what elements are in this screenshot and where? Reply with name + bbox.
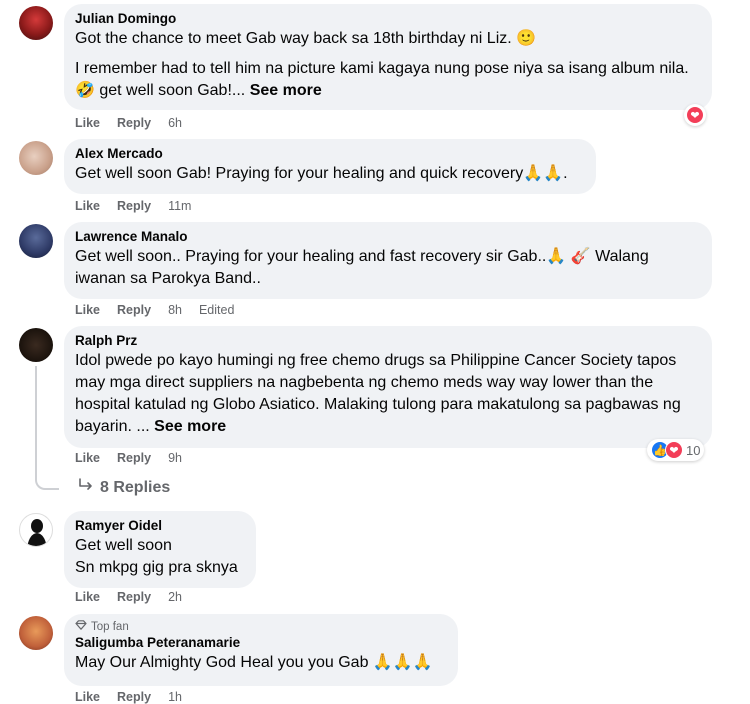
see-more-link[interactable]: See more bbox=[250, 82, 322, 99]
avatar[interactable] bbox=[19, 616, 53, 650]
comment-paragraph: I remember had to tell him na picture ka… bbox=[75, 58, 700, 102]
reply-button[interactable]: Reply bbox=[117, 590, 151, 604]
comment-actions: Like Reply 2h bbox=[75, 590, 182, 604]
comment-timestamp[interactable]: 1h bbox=[168, 690, 182, 704]
comment-text: May Our Almighty God Heal you you Gab 🙏🙏… bbox=[75, 654, 433, 671]
commenter-name[interactable]: Alex Mercado bbox=[75, 145, 584, 163]
comment-timestamp[interactable]: 11m bbox=[168, 199, 191, 213]
like-button[interactable]: Like bbox=[75, 590, 100, 604]
edited-label: Edited bbox=[198, 303, 235, 317]
commenter-name[interactable]: Ramyer Oidel bbox=[75, 517, 244, 535]
commenter-name[interactable]: Ralph Prz bbox=[75, 332, 700, 350]
top-fan-badge[interactable]: Top fan bbox=[75, 620, 446, 634]
like-button[interactable]: Like bbox=[75, 199, 100, 213]
reaction-badge[interactable]: 👍 ❤ 10 bbox=[647, 439, 705, 461]
reply-button[interactable]: Reply bbox=[117, 116, 151, 130]
comment-actions: Like Reply 11m bbox=[75, 199, 191, 213]
comment-timestamp[interactable]: 8h bbox=[168, 303, 182, 317]
avatar[interactable] bbox=[19, 224, 53, 258]
love-reaction-icon: ❤ bbox=[665, 441, 683, 459]
reply-thread-curve bbox=[35, 472, 59, 490]
avatar[interactable] bbox=[19, 513, 53, 547]
comment-bubble: Ramyer Oidel Get well soon Sn mkpg gig p… bbox=[64, 511, 256, 588]
comment-text: Get well soon Sn mkpg gig pra sknya bbox=[75, 535, 244, 579]
like-button[interactable]: Like bbox=[75, 690, 100, 704]
comment-line: Sn mkpg gig pra sknya bbox=[75, 559, 238, 576]
comment-actions: Like Reply 6h bbox=[75, 116, 182, 130]
reply-button[interactable]: Reply bbox=[117, 690, 151, 704]
comment-bubble: Alex Mercado Get well soon Gab! Praying … bbox=[64, 139, 596, 194]
comment-bubble: Top fan Saligumba Peteranamarie May Our … bbox=[64, 614, 458, 686]
like-button[interactable]: Like bbox=[75, 303, 100, 317]
reply-button[interactable]: Reply bbox=[117, 303, 151, 317]
comment-text: Got the chance to meet Gab way back sa 1… bbox=[75, 28, 700, 102]
commenter-name[interactable]: Saligumba Peteranamarie bbox=[75, 634, 446, 652]
reply-arrow-icon bbox=[78, 478, 94, 497]
comment-text: Get well soon Gab! Praying for your heal… bbox=[75, 165, 568, 182]
top-fan-label: Top fan bbox=[91, 621, 129, 633]
comment-text: Idol pwede po kayo humingi ng free chemo… bbox=[75, 350, 700, 438]
avatar[interactable] bbox=[19, 328, 53, 362]
comment-bubble: Julian Domingo Got the chance to meet Ga… bbox=[64, 4, 712, 110]
avatar[interactable] bbox=[19, 6, 53, 40]
comment-paragraph: Got the chance to meet Gab way back sa 1… bbox=[75, 30, 537, 47]
commenter-name[interactable]: Lawrence Manalo bbox=[75, 228, 700, 246]
comment-timestamp[interactable]: 2h bbox=[168, 590, 182, 604]
replies-count-label: 8 Replies bbox=[100, 478, 171, 496]
comment-text: Get well soon.. Praying for your healing… bbox=[75, 248, 649, 287]
reaction-badge[interactable]: ❤ bbox=[684, 104, 706, 126]
reply-button[interactable]: Reply bbox=[117, 451, 151, 465]
comment-actions: Like Reply 9h bbox=[75, 451, 182, 465]
reaction-count: 10 bbox=[686, 442, 701, 458]
comment-bubble: Ralph Prz Idol pwede po kayo humingi ng … bbox=[64, 326, 712, 448]
comment-paragraph-text: I remember had to tell him na picture ka… bbox=[75, 60, 689, 99]
diamond-icon bbox=[75, 620, 87, 634]
avatar[interactable] bbox=[19, 141, 53, 175]
see-more-link[interactable]: See more bbox=[154, 418, 226, 435]
comment-actions: Like Reply 8h Edited bbox=[75, 303, 234, 317]
love-reaction-icon: ❤ bbox=[686, 106, 704, 124]
comment-timestamp[interactable]: 9h bbox=[168, 451, 182, 465]
like-button[interactable]: Like bbox=[75, 116, 100, 130]
commenter-name[interactable]: Julian Domingo bbox=[75, 10, 700, 28]
reply-thread-line bbox=[35, 366, 37, 473]
view-replies-button[interactable]: 8 Replies bbox=[78, 478, 170, 497]
comment-timestamp[interactable]: 6h bbox=[168, 116, 182, 130]
reply-button[interactable]: Reply bbox=[117, 199, 151, 213]
like-button[interactable]: Like bbox=[75, 451, 100, 465]
comment-actions: Like Reply 1h bbox=[75, 690, 182, 704]
comment-line: Get well soon bbox=[75, 537, 172, 554]
comment-bubble: Lawrence Manalo Get well soon.. Praying … bbox=[64, 222, 712, 299]
